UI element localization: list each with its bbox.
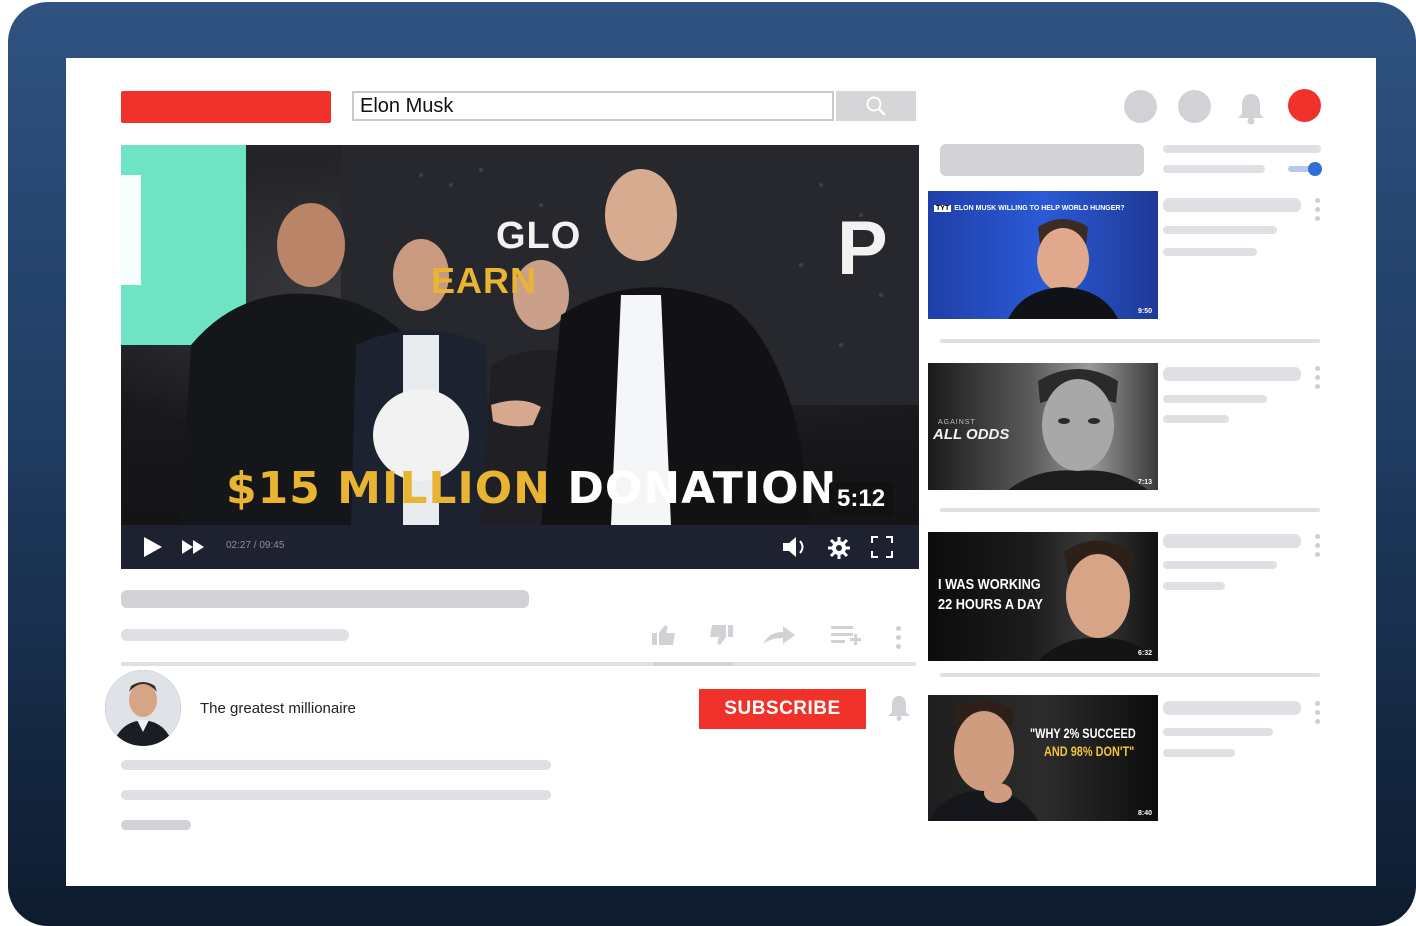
related-title-placeholder-1 [1163,198,1301,212]
related-title-placeholder-3 [1163,534,1301,548]
more-actions-icon[interactable] [896,626,902,653]
related-divider-3 [940,673,1320,677]
settings-gear-icon[interactable] [827,536,851,560]
thumb-2-small-text: AGAINST [938,419,976,426]
backdrop-logo-text-1: GLO [496,215,582,257]
thumb-2-duration: 7:13 [1137,479,1152,486]
channel-bell-icon[interactable] [886,694,912,722]
backdrop-logo-text-2: EARN [431,260,538,301]
channel-name[interactable]: The greatest millionaire [200,700,356,717]
player-timecode: 02:27 / 09:45 [226,540,285,551]
player-controls: 02:27 / 09:45 [121,525,919,569]
related-video-thumbnail-1[interactable]: TYT ELON MUSK WILLING TO HELP WORLD HUNGE… [928,191,1158,319]
volume-icon[interactable] [781,535,811,559]
youtube-page: Elon Musk GLO EARN P $15 MILLION DONATIO… [66,58,1376,886]
laptop-frame: Elon Musk GLO EARN P $15 MILLION DONATIO… [8,2,1416,926]
related-views-placeholder-3 [1163,582,1225,590]
related-views-placeholder-2 [1163,415,1229,423]
related-video-thumbnail-2[interactable]: AGAINST ALL ODDS 7:13 [928,363,1158,490]
like-ratio-bar [653,662,733,666]
autoplay-toggle-knob [1308,162,1322,176]
channel-avatar-portrait [105,670,181,746]
related-channel-placeholder-3 [1163,561,1277,569]
save-to-playlist-icon[interactable] [830,624,864,646]
autoplay-toggle[interactable] [1288,162,1322,176]
description-line-2 [121,790,551,800]
thumb-3-headline-1: I WAS WORKING [938,576,1041,593]
related-channel-placeholder-2 [1163,395,1267,403]
related-video-thumbnail-3[interactable]: I WAS WORKING 22 HOURS A DAY 6:32 [928,532,1158,661]
divider [121,662,916,666]
thumb-4-headline-2: AND 98% DON'T" [1044,743,1135,759]
video-views-placeholder [121,629,349,641]
related-views-placeholder-1 [1163,248,1257,256]
thumb-1-title: ELON MUSK WILLING TO HELP WORLD HUNGER? [954,205,1125,212]
thumb-3-headline-2: 22 HOURS A DAY [938,596,1043,613]
video-duration-badge: 5:12 [829,482,894,516]
site-logo[interactable] [121,91,331,123]
apps-icon[interactable] [1178,90,1211,123]
create-icon[interactable] [1124,90,1157,123]
video-title-placeholder [121,590,529,608]
related-channel-placeholder-1 [1163,226,1277,234]
related-title-placeholder-2 [1163,367,1301,381]
like-icon[interactable] [651,624,677,646]
caption-amount: $15 MILLION [226,463,551,514]
account-avatar[interactable] [1288,89,1321,122]
thumb-2-headline: ALL ODDS [933,426,1010,443]
thumb-1-duration: 9:50 [1137,308,1152,315]
related-more-icon-1[interactable] [1315,198,1321,225]
next-icon[interactable] [181,539,207,555]
share-icon[interactable] [761,624,797,646]
search-input[interactable]: Elon Musk [352,91,834,121]
up-next-header-placeholder [940,144,1144,176]
video-caption: $15 MILLION DONATION [226,463,837,514]
show-more-placeholder[interactable] [121,820,191,830]
related-video-thumbnail-4[interactable]: "WHY 2% SUCCEED AND 98% DON'T" 8:40 [928,695,1158,821]
related-divider-1 [940,339,1320,343]
video-frame[interactable]: GLO EARN P $15 MILLION DONATION 5:12 [121,145,919,525]
autoplay-label-placeholder [1163,145,1321,153]
backdrop-logo-text-3: P [837,206,889,291]
notifications-bell-icon[interactable] [1234,90,1268,126]
related-divider-2 [940,508,1320,512]
thumb-4-headline-1: "WHY 2% SUCCEED [1030,725,1136,741]
thumb-1-portrait [1008,219,1118,319]
description-line-1 [121,760,551,770]
fullscreen-icon[interactable] [871,536,893,558]
related-title-placeholder-4 [1163,701,1301,715]
dislike-icon[interactable] [708,624,734,646]
autoplay-sub-placeholder [1163,165,1265,173]
thumb-2-portrait [1008,369,1148,490]
related-more-icon-4[interactable] [1315,701,1321,728]
subscribe-button[interactable]: SUBSCRIBE [699,689,866,729]
thumb-4-portrait [928,700,1038,821]
caption-word: DONATION [567,463,838,514]
play-icon[interactable] [141,536,165,558]
video-player[interactable]: GLO EARN P $15 MILLION DONATION 5:12 02:… [121,145,919,569]
related-more-icon-2[interactable] [1315,366,1321,393]
search-icon [866,96,886,116]
search-button[interactable] [836,91,916,121]
thumb-3-duration: 6:32 [1137,650,1152,657]
channel-avatar[interactable] [105,670,181,746]
thumb-4-duration: 8:40 [1137,810,1152,817]
related-channel-placeholder-4 [1163,728,1273,736]
related-more-icon-3[interactable] [1315,534,1321,561]
related-views-placeholder-4 [1163,749,1235,757]
thumb-1-headline: TYT ELON MUSK WILLING TO HELP WORLD HUNGE… [934,205,1125,212]
thumb-3-portrait [1038,540,1158,661]
thumb-1-brand: TYT [934,205,952,212]
